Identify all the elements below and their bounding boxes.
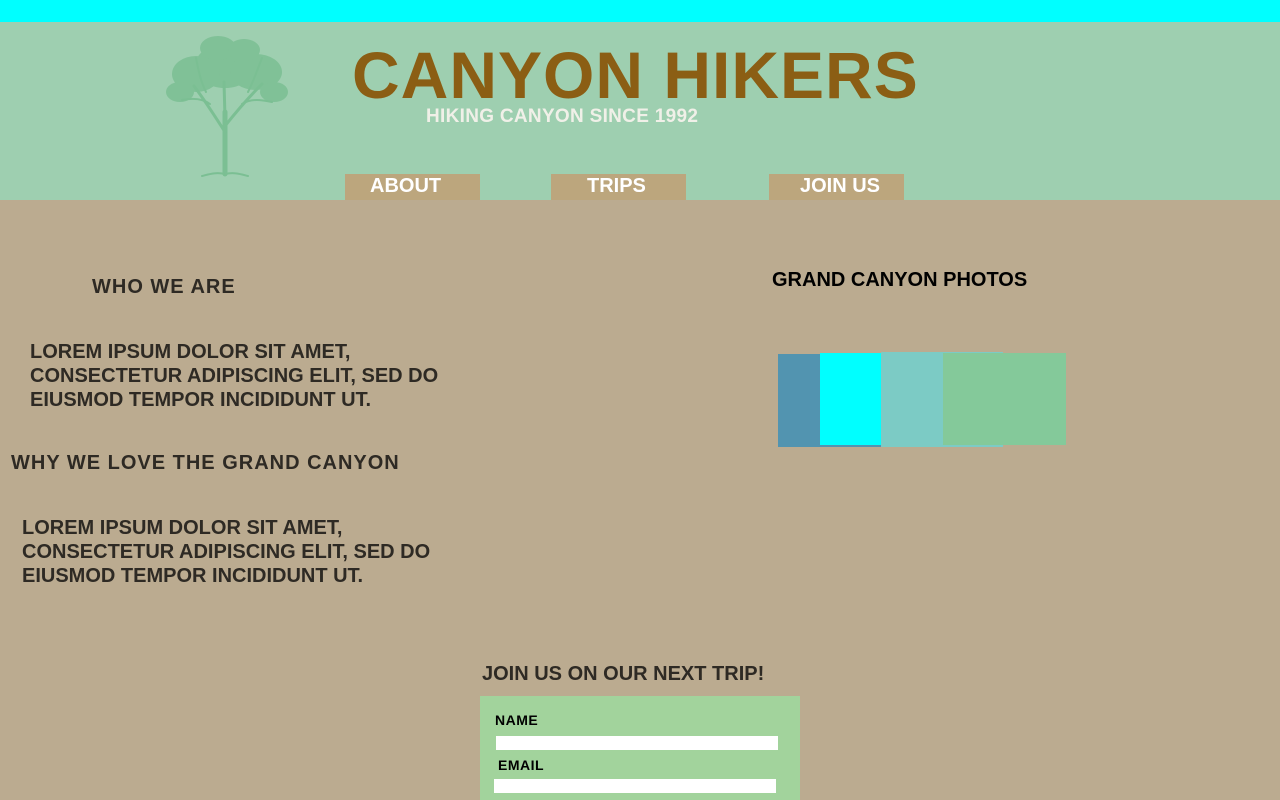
who-we-are-heading: WHO WE ARE <box>92 276 236 298</box>
join-heading: JOIN US ON OUR NEXT TRIP! <box>482 663 765 685</box>
name-input[interactable] <box>496 736 778 750</box>
who-we-are-text: LOREM IPSUM DOLOR SIT AMET, CONSECTETUR … <box>30 341 439 411</box>
tree-icon <box>166 36 288 177</box>
site-tagline: HIKING CANYON SINCE 1992 <box>426 106 699 127</box>
why-we-love-heading: WHY WE LOVE THE GRAND CANYON <box>11 452 400 474</box>
nav-about-label: ABOUT <box>370 175 442 197</box>
name-label: NAME <box>495 712 539 728</box>
why-we-love-text: LOREM IPSUM DOLOR SIT AMET, CONSECTETUR … <box>22 517 431 587</box>
nav-trips[interactable]: TRIPS <box>551 174 686 200</box>
nav-trips-label: TRIPS <box>587 175 646 197</box>
email-label: EMAIL <box>498 757 545 773</box>
site-title: CANYON HIKERS <box>352 38 919 112</box>
email-input[interactable] <box>494 779 776 793</box>
top-bar <box>0 0 1280 22</box>
signup-form: NAME EMAIL <box>480 696 800 800</box>
nav-join-us[interactable]: JOIN US <box>769 174 904 200</box>
photo-thumbnail-4[interactable] <box>943 353 1066 445</box>
nav-join-us-label: JOIN US <box>800 175 881 197</box>
photos-heading: GRAND CANYON PHOTOS <box>772 269 1028 291</box>
nav-about[interactable]: ABOUT <box>345 174 480 200</box>
